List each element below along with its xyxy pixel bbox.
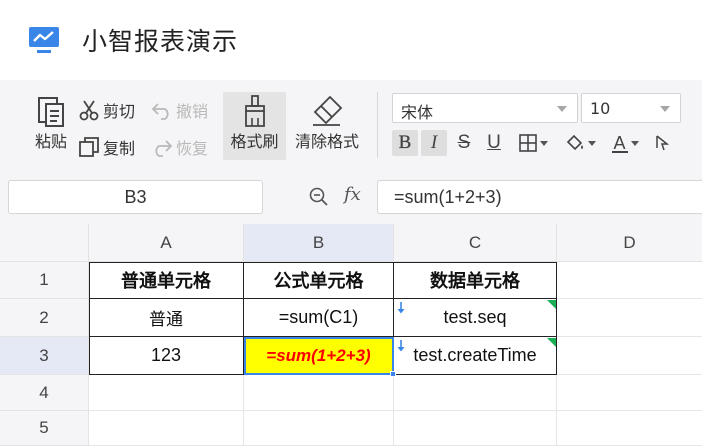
brush-icon <box>244 95 265 127</box>
eraser-icon <box>313 95 343 126</box>
cursor-icon <box>656 135 670 151</box>
row-header-1[interactable]: 1 <box>0 262 89 299</box>
cell-c3[interactable]: test.createTime <box>394 337 557 375</box>
cell-b5[interactable] <box>244 411 394 446</box>
clear-format-label: 清除格式 <box>294 132 359 151</box>
cell-b2[interactable]: =sum(C1) <box>244 299 394 337</box>
chevron-down-icon <box>557 106 567 112</box>
undo-icon <box>151 103 169 120</box>
arrow-down-icon <box>397 340 405 352</box>
toolbar-divider <box>377 92 378 158</box>
arrow-down-icon <box>397 302 405 314</box>
data-cell-marker <box>547 338 556 347</box>
format-painter-button[interactable]: 格式刷 <box>223 94 286 152</box>
cell-a2[interactable]: 普通 <box>89 299 244 337</box>
fill-color-button[interactable] <box>560 130 600 156</box>
cell-d5[interactable] <box>557 411 702 446</box>
italic-icon: I <box>430 132 438 153</box>
cell-d2[interactable] <box>557 299 702 337</box>
chevron-down-icon <box>660 106 670 112</box>
undo-button[interactable]: 撤销 <box>151 98 208 122</box>
bold-icon: B <box>398 132 412 153</box>
spreadsheet-grid: A B C D 1 2 3 4 5 普通单元格 公式单元格 数据单元格 普通 =… <box>0 224 702 446</box>
paste-button[interactable]: 粘贴 <box>30 94 72 152</box>
italic-button[interactable]: I <box>421 130 447 156</box>
paste-label: 粘贴 <box>34 132 67 151</box>
font-color-letter: A <box>613 132 626 153</box>
undo-label: 撤销 <box>176 102 209 121</box>
paste-icon <box>38 97 64 127</box>
table-border-left <box>89 262 90 375</box>
copy-label: 复制 <box>103 139 136 158</box>
app-title: 小智报表演示 <box>82 27 239 56</box>
monitor-chart-icon <box>29 27 59 53</box>
row-header-2[interactable]: 2 <box>0 299 89 337</box>
redo-label: 恢复 <box>176 139 209 158</box>
copy-icon <box>79 137 99 157</box>
column-header-a[interactable]: A <box>89 224 244 262</box>
font-family-select[interactable]: 宋体 <box>392 93 578 123</box>
cell-c1[interactable]: 数据单元格 <box>394 262 557 299</box>
cell-a5[interactable] <box>89 411 244 446</box>
fx-label: fx <box>344 184 361 205</box>
row-header-5[interactable]: 5 <box>0 411 89 446</box>
cell-d1[interactable] <box>557 262 702 299</box>
font-color-icon: A <box>611 132 628 154</box>
cell-c4[interactable] <box>394 375 557 411</box>
cell-b4[interactable] <box>244 375 394 411</box>
copy-button[interactable]: 复制 <box>78 135 135 159</box>
toolbar: 粘贴 剪切 复制 撤销 恢复 格式刷 清除格式 宋体 10 B I S U A <box>0 80 702 166</box>
column-header-d[interactable]: D <box>557 224 702 262</box>
font-color-button[interactable]: A <box>605 130 645 156</box>
border-button[interactable] <box>513 130 553 156</box>
chevron-down-icon <box>630 140 639 146</box>
zoom-out-icon[interactable] <box>309 187 329 207</box>
font-family-value: 宋体 <box>401 103 434 122</box>
font-size-select[interactable]: 10 <box>581 93 681 123</box>
column-header-b[interactable]: B <box>244 224 394 262</box>
cut-button[interactable]: 剪切 <box>78 98 135 122</box>
row-header-4[interactable]: 4 <box>0 375 89 411</box>
strikethrough-button[interactable]: S <box>451 130 477 156</box>
row-header-3[interactable]: 3 <box>0 337 89 375</box>
chevron-down-icon <box>587 140 596 146</box>
redo-icon <box>155 140 173 157</box>
fill-handle[interactable] <box>390 371 396 377</box>
cell-a3[interactable]: 123 <box>89 337 244 375</box>
cell-c2[interactable]: test.seq <box>394 299 557 337</box>
chevron-down-icon <box>539 140 548 146</box>
strikethrough-icon: S <box>457 132 471 153</box>
column-header-c[interactable]: C <box>394 224 557 262</box>
border-icon <box>518 134 537 152</box>
cell-a1[interactable]: 普通单元格 <box>89 262 244 299</box>
cell-a4[interactable] <box>89 375 244 411</box>
bold-button[interactable]: B <box>392 130 418 156</box>
grid-corner[interactable] <box>0 224 89 262</box>
format-painter-label: 格式刷 <box>230 132 279 151</box>
cell-reference-box[interactable]: B3 <box>8 180 263 214</box>
font-size-value: 10 <box>590 99 611 118</box>
cut-label: 剪切 <box>103 102 136 121</box>
formula-input[interactable]: =sum(1+2+3) <box>377 180 702 214</box>
cell-d4[interactable] <box>557 375 702 411</box>
scissors-icon <box>79 100 99 121</box>
underline-icon: U <box>487 132 501 153</box>
title-bar: 小智报表演示 <box>0 0 702 80</box>
formula-bar: B3 fx =sum(1+2+3) <box>0 166 702 224</box>
cell-b1[interactable]: 公式单元格 <box>244 262 394 299</box>
cell-c5[interactable] <box>394 411 557 446</box>
table-border-top <box>89 262 557 263</box>
underline-button[interactable]: U <box>481 130 507 156</box>
cell-b3[interactable]: =sum(1+2+3) <box>244 337 394 375</box>
redo-button[interactable]: 恢复 <box>151 135 208 159</box>
paint-bucket-icon <box>566 134 583 151</box>
select-pointer-button[interactable] <box>650 130 674 156</box>
clear-format-button[interactable]: 清除格式 <box>290 94 364 152</box>
cell-d3[interactable] <box>557 337 702 375</box>
data-cell-marker <box>547 300 556 309</box>
